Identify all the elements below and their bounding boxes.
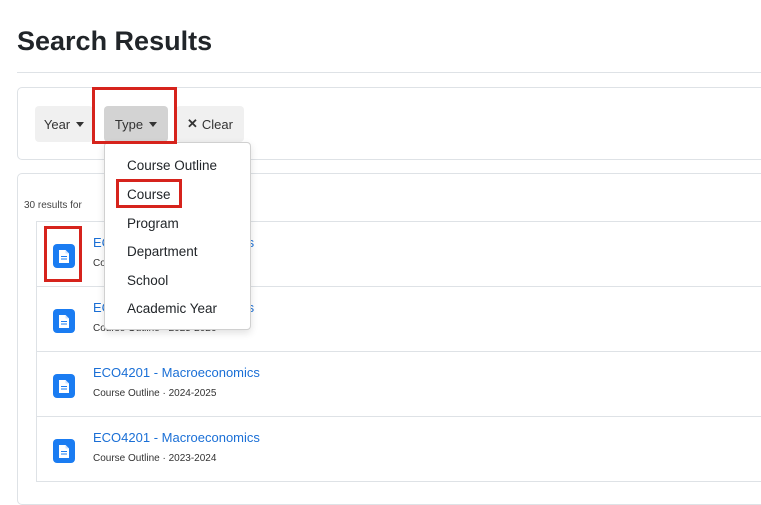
result-row[interactable]: ECO4201 - Macroeconomics Course Outline … bbox=[36, 417, 761, 482]
year-filter-label: Year bbox=[43, 116, 71, 132]
type-dropdown-menu: Course Outline Course Program Department… bbox=[104, 142, 251, 330]
document-icon[interactable] bbox=[53, 439, 75, 463]
title-divider bbox=[17, 72, 761, 73]
clear-filters-label: Clear bbox=[201, 116, 233, 132]
document-icon[interactable] bbox=[53, 244, 75, 268]
document-glyph-icon bbox=[59, 314, 69, 328]
type-filter-button[interactable]: Type bbox=[104, 106, 168, 142]
document-icon[interactable] bbox=[53, 374, 75, 398]
document-glyph-icon bbox=[59, 379, 69, 393]
document-icon[interactable] bbox=[53, 309, 75, 333]
result-title-link[interactable]: ECO4201 - Macroeconomics bbox=[93, 365, 260, 380]
x-icon: ✕ bbox=[187, 116, 198, 131]
result-meta: Course Outline · 2023-2024 bbox=[93, 453, 217, 464]
year-filter-button[interactable]: Year bbox=[35, 106, 93, 142]
document-glyph-icon bbox=[59, 444, 69, 458]
result-row[interactable]: ECO4201 - Macroeconomics Course Outline … bbox=[36, 352, 761, 417]
results-count: 30 results for bbox=[24, 200, 82, 211]
dropdown-item-school[interactable]: School bbox=[127, 273, 168, 288]
dropdown-item-program[interactable]: Program bbox=[127, 216, 179, 231]
document-glyph-icon bbox=[59, 249, 69, 263]
dropdown-item-department[interactable]: Department bbox=[127, 244, 198, 259]
clear-filters-button[interactable]: ✕ Clear bbox=[176, 106, 244, 142]
caret-down-icon bbox=[76, 121, 85, 127]
dropdown-item-academic-year[interactable]: Academic Year bbox=[127, 301, 217, 316]
dropdown-item-course-outline[interactable]: Course Outline bbox=[127, 158, 217, 173]
type-filter-label: Type bbox=[114, 116, 144, 132]
dropdown-item-course[interactable]: Course bbox=[127, 187, 171, 202]
result-title-link[interactable]: ECO4201 - Macroeconomics bbox=[93, 430, 260, 445]
page-title: Search Results bbox=[17, 26, 213, 56]
caret-down-icon bbox=[149, 121, 158, 127]
result-meta: Course Outline · 2024-2025 bbox=[93, 388, 217, 399]
